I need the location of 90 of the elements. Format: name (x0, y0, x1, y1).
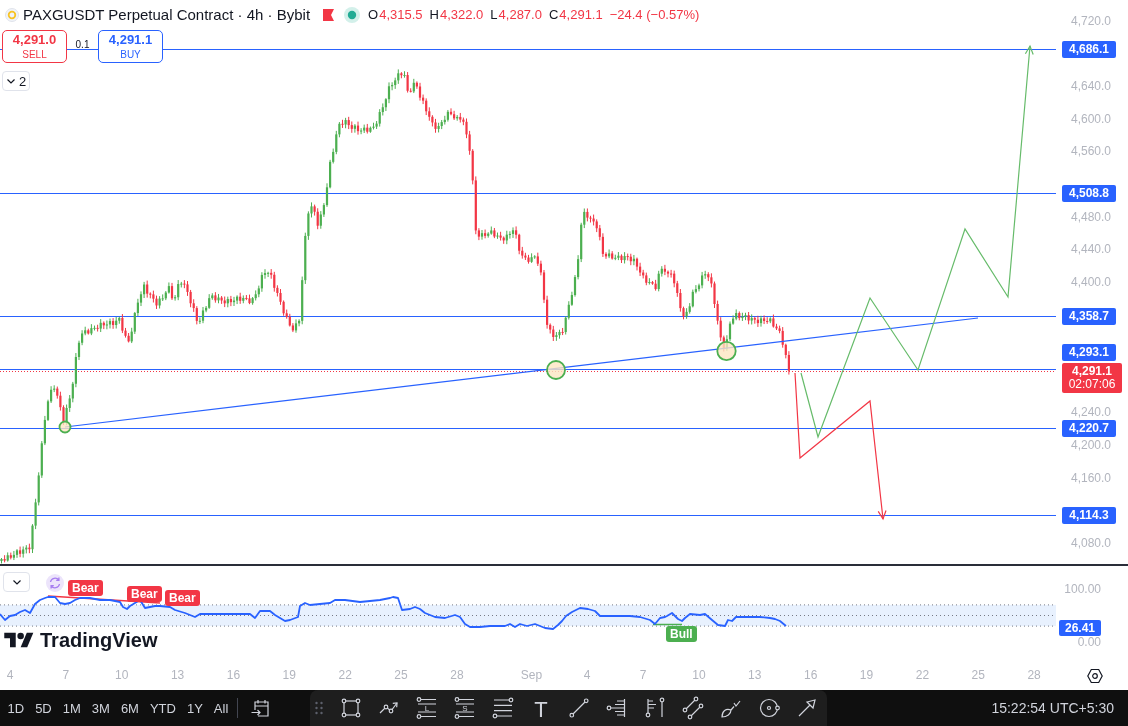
price-label: 4,686.1 (1062, 41, 1116, 58)
price-tick: 4,200.0 (1070, 438, 1111, 452)
date-label: 10 (692, 668, 706, 682)
trend-line-icon (566, 696, 591, 720)
horizontal-lines-icon (490, 696, 515, 720)
chevron-down-icon (5, 76, 16, 86)
ohlc-label: C (548, 7, 559, 22)
price-label: 4,293.1 (1062, 344, 1116, 361)
range-button[interactable]: 5D (29, 690, 58, 726)
marker-circle (546, 360, 566, 380)
date-label: 28 (450, 668, 464, 682)
text-tool[interactable]: T (521, 690, 560, 726)
price-tick: 4,440.0 (1070, 242, 1111, 256)
rsi-value-label: 26.41 (1059, 620, 1101, 636)
range-button[interactable]: 1Y (181, 690, 209, 726)
date-label: 4 (6, 668, 14, 682)
drag-handle-icon[interactable] (314, 701, 323, 715)
signal-label: Bear (68, 580, 103, 596)
text-tool-icon: T (528, 696, 553, 720)
ohlc-label: H (429, 7, 439, 22)
range-button[interactable]: All (208, 690, 234, 726)
price-tick: 4,600.0 (1070, 112, 1111, 126)
order-quantity: 0.1 (74, 39, 91, 50)
date-label: 4 (583, 668, 591, 682)
clock: 15:22:54 UTC+5:30 (991, 700, 1115, 716)
price-label: 4,358.7 (1062, 308, 1116, 325)
status-dot-icon (344, 6, 361, 23)
date-label: 13 (170, 668, 185, 682)
settings-icon[interactable] (1087, 668, 1103, 684)
buy-button[interactable]: 4,291.1 BUY (98, 30, 163, 63)
price-tick: 4,240.0 (1070, 405, 1111, 419)
symbol-title: PAXGUSDT Perpetual Contract · 4h · Bybit (23, 6, 311, 23)
price-tick: 4,640.0 (1070, 79, 1111, 93)
ohlc-value: 4,315.5 (379, 7, 423, 22)
short-position-tool[interactable]: S (445, 690, 484, 726)
date-label: 7 (62, 668, 70, 682)
last-price: 4,291.1 (1071, 365, 1112, 378)
date-label: Sep (520, 668, 543, 682)
price-tick: 4,560.0 (1070, 144, 1111, 158)
range-button[interactable]: YTD (144, 690, 182, 726)
range-button[interactable]: 1M (57, 690, 87, 726)
date-label: 19 (859, 668, 874, 682)
price-change: −24.4 (−0.57%) (609, 7, 700, 22)
price-tick: 4,400.0 (1070, 275, 1111, 289)
date-label: 25 (971, 668, 985, 682)
marker-circle (716, 340, 737, 362)
signal-label: Bull (666, 626, 697, 642)
ohlc-value: 4,322.0 (439, 7, 484, 22)
price-tick: 4,480.0 (1070, 210, 1111, 224)
countdown-timer: 02:07:06 (1068, 378, 1116, 391)
brand-name: TradingView (40, 629, 158, 651)
date-label: 19 (282, 668, 296, 682)
parallel-lines-icon (680, 696, 705, 720)
date-label: 10 (115, 668, 129, 682)
ohlc-value: 4,287.0 (498, 7, 542, 22)
date-label: 22 (915, 668, 930, 682)
marker-circle (58, 420, 72, 434)
signal-label: Bear (165, 590, 200, 606)
long-position-tool[interactable]: L (407, 690, 446, 726)
date-label: 25 (394, 668, 408, 682)
coin-icon (5, 7, 19, 22)
price-tick: 4,080.0 (1070, 536, 1111, 550)
date-label: 16 (226, 668, 241, 682)
logo-icon (4, 631, 34, 649)
chevron-down-icon (11, 577, 22, 587)
price-label: 4,508.8 (1062, 185, 1116, 202)
range-button[interactable]: 6M (115, 690, 145, 726)
range-button[interactable]: 3M (86, 690, 116, 726)
indicators-toggle-button[interactable]: 2 (2, 71, 30, 91)
price-label: 4,220.7 (1062, 420, 1116, 437)
price-label: 4,114.3 (1062, 507, 1116, 524)
refresh-icon (46, 574, 64, 592)
rsi-tick: 100.00 (1064, 582, 1101, 596)
ohlc-label: O (368, 7, 379, 22)
price-tick: 4,720.0 (1070, 14, 1111, 28)
flag-icon[interactable] (323, 8, 335, 21)
date-label: 13 (748, 668, 762, 682)
rsi-tick: 0.00 (1077, 635, 1101, 649)
date-label: 7 (639, 668, 647, 682)
date-label: 16 (804, 668, 818, 682)
ohlc-label: L (490, 7, 498, 22)
price-tick: 4,160.0 (1070, 471, 1111, 485)
date-label: 22 (338, 668, 352, 682)
range-button[interactable]: 1D (2, 690, 30, 726)
sell-button[interactable]: 4,291.0 SELL (2, 30, 67, 63)
ohlc-value: 4,291.1 (559, 7, 603, 22)
signal-label: Bear (127, 586, 162, 602)
divergence-line (652, 623, 683, 626)
date-label: 28 (1027, 668, 1041, 682)
calendar-icon (249, 698, 270, 718)
